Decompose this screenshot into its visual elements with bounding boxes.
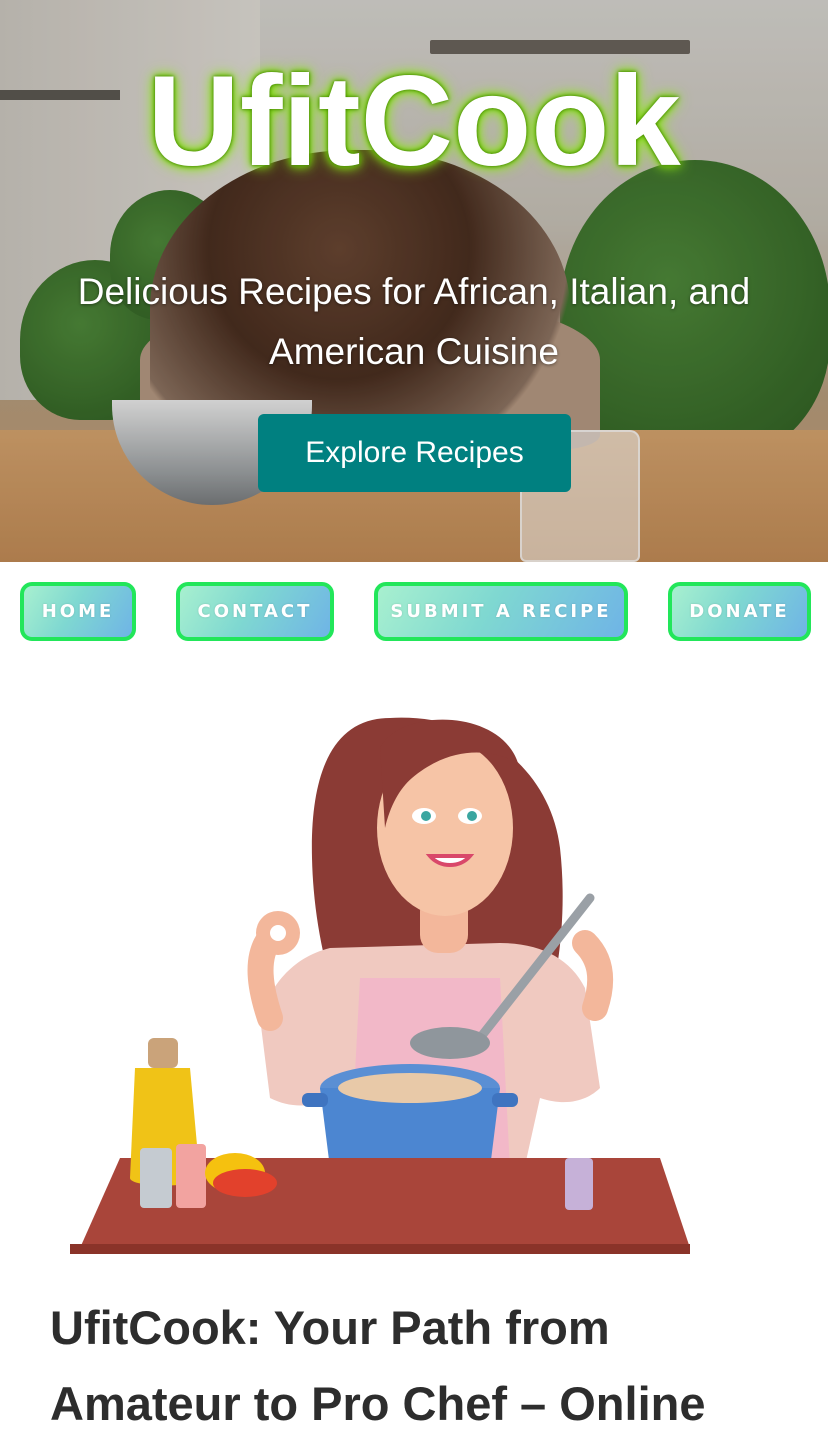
chef-woman-cooking-icon — [70, 717, 690, 1254]
chef-illustration — [40, 688, 730, 1268]
hero-banner: UfitCook Delicious Recipes for African, … — [0, 0, 828, 562]
explore-recipes-button[interactable]: Explore Recipes — [258, 414, 571, 492]
nav-submit-recipe-button[interactable]: SUBMIT A RECIPE — [374, 582, 628, 641]
hero-tagline: Delicious Recipes for African, Italian, … — [77, 271, 751, 372]
main-nav: HOME CONTACT SUBMIT A RECIPE DONATE — [0, 582, 828, 642]
nav-home-button[interactable]: HOME — [20, 582, 136, 641]
site-title: UfitCook — [147, 50, 681, 193]
nav-donate-button[interactable]: DONATE — [668, 582, 811, 641]
article-title: UfitCook: Your Path from Amateur to Pro … — [50, 1301, 706, 1429]
nav-contact-button[interactable]: CONTACT — [176, 582, 334, 641]
